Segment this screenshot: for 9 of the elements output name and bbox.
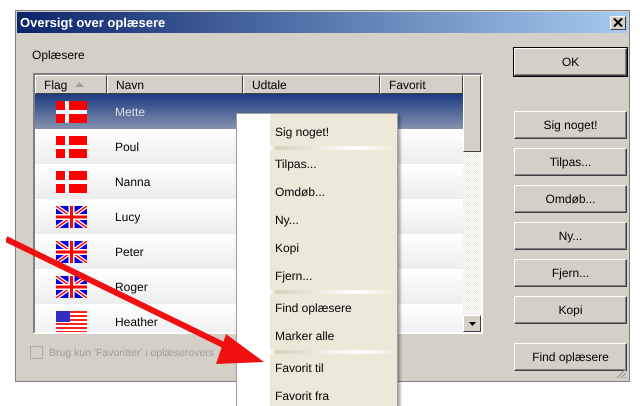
voice-name: Nanna	[115, 174, 150, 188]
window-title: Oversigt over oplæsere	[20, 15, 166, 30]
group-label: Oplæsere	[32, 48, 86, 62]
voice-name: Mette	[115, 104, 146, 118]
voice-name: Poul	[115, 140, 140, 154]
voice-name: Heather	[115, 314, 158, 328]
voice-name: Lucy	[115, 210, 140, 224]
voice-name: Peter	[115, 244, 144, 258]
voice-name: Roger	[115, 280, 148, 294]
